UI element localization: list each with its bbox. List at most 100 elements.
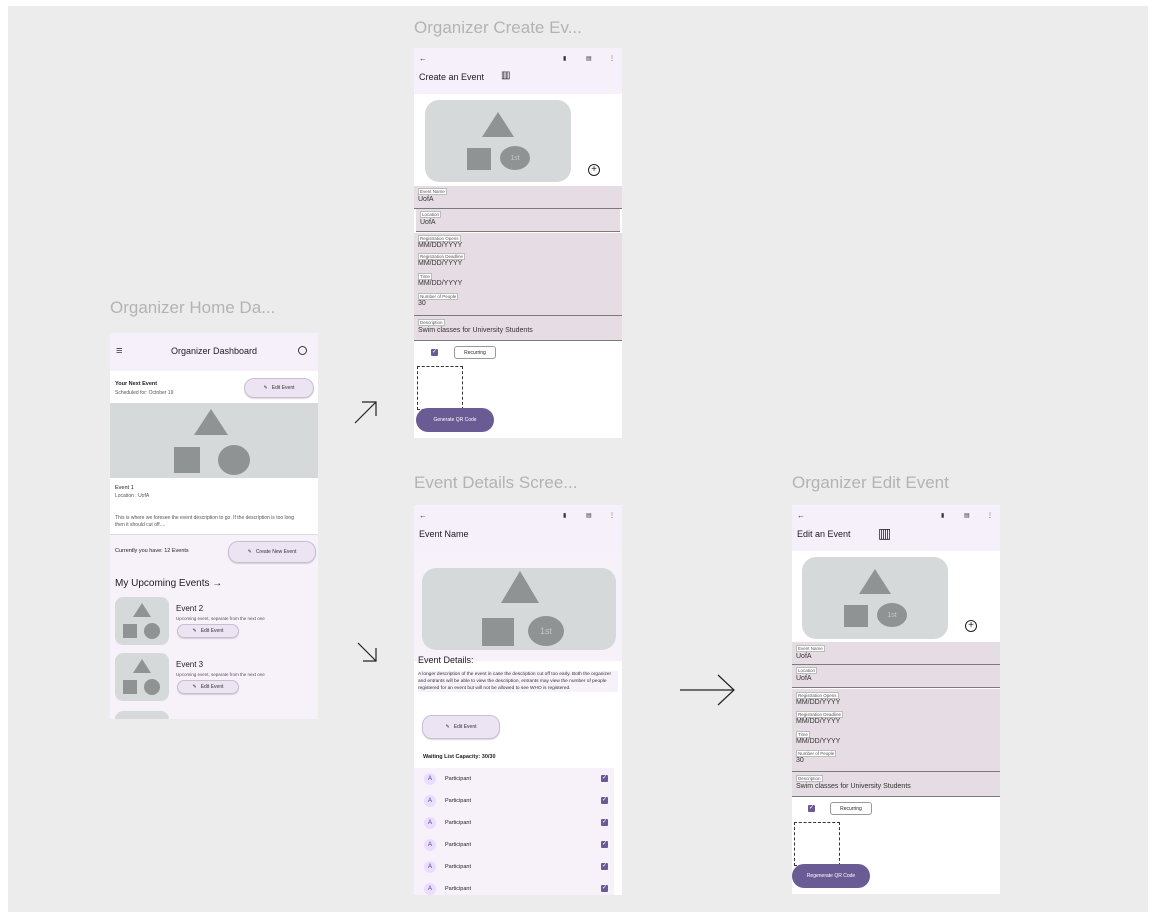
event-image-placeholder[interactable]: 1st [425,100,571,182]
time-field[interactable]: MM/DD/YYYY [418,280,462,287]
add-circle-icon[interactable]: + [588,164,600,176]
event-name: Event 1 [115,485,134,491]
list-item[interactable]: A Participant ✓ [414,834,614,856]
book-icon: ▥ [501,70,511,81]
upcoming-event-name: Event 2 [176,604,204,613]
event-description: This is where we foresee the event descr… [115,515,294,528]
participant-checkbox[interactable]: ✓ [601,775,608,782]
attach-icon[interactable]: ▮ [563,55,566,62]
event-thumbnail [115,597,169,645]
add-circle-icon[interactable]: + [965,620,977,632]
participant-checkbox[interactable]: ✓ [601,797,608,804]
participant-checkbox[interactable]: ✓ [601,863,608,870]
account-circle-icon[interactable] [298,346,307,355]
time-field[interactable]: MM/DD/YYYY [796,738,840,745]
avatar: A [424,817,436,829]
pencil-icon: ✎ [192,628,197,634]
more-vert-icon[interactable]: ⋮ [609,55,615,62]
event-name-field[interactable]: Event Name UofA [414,186,622,209]
participant-checkbox[interactable]: ✓ [601,885,608,892]
attach-icon[interactable]: ▮ [563,512,566,519]
create-screen: ← ▮ ▤ ⋮ Create an Event ▥ 1st + Event Na… [414,48,622,438]
attach-icon[interactable]: ▮ [941,512,944,519]
participant-checkbox[interactable]: ✓ [601,841,608,848]
edit-event-button[interactable]: ✎ Edit Event [244,378,314,398]
frame-title-home: Organizer Home Da... [110,298,276,317]
list-item[interactable]: A Participant ✓ [414,856,614,878]
edit-event-button[interactable]: ✎ Edit Event [177,680,239,694]
recurring-checkbox[interactable]: ✓ [808,805,815,812]
recurring-checkbox[interactable]: ✓ [431,349,438,356]
regenerate-qr-code-button[interactable]: Regenerate QR Code [792,864,870,888]
flow-arrow-right-icon [680,674,735,706]
calendar-icon[interactable]: ▤ [586,55,592,62]
event-title: Event Name [419,529,469,539]
number-of-people-field[interactable]: 30 [796,757,804,764]
avatar: A [424,795,436,807]
qr-code-placeholder [417,366,463,410]
registration-deadline-field[interactable]: MM/DD/YYYY [418,260,462,267]
upcoming-events-title[interactable]: My Upcoming Events → [115,578,222,589]
upcoming-event-desc: Upcoming event, separate from the next o… [176,672,265,677]
back-arrow-icon[interactable]: ← [419,511,427,520]
number-of-people-field[interactable]: 30 [418,300,426,307]
avatar: A [424,861,436,873]
upcoming-event-item: Event 3 Upcoming event, separate from th… [115,653,315,705]
date-fields-group: Registration Opens MM/DD/YYYY Registrati… [792,689,1000,772]
square-shape [174,447,200,473]
pencil-icon: ✎ [263,385,268,391]
registration-open-field[interactable]: MM/DD/YYYY [796,699,840,706]
date-fields-group: Registration Opens MM/DD/YYYY Registrati… [414,233,622,316]
event-count-text: Currently you have: 12 Events [115,548,189,554]
list-item[interactable]: A Participant ✓ [414,768,614,790]
frame-title-edit: Organizer Edit Event [792,473,949,492]
back-arrow-icon[interactable]: ← [419,54,427,63]
next-event-label: Your Next Event [115,381,158,387]
pencil-icon: ✎ [445,724,450,730]
list-item[interactable]: A Participant ✓ [414,878,614,895]
calendar-icon[interactable]: ▤ [964,512,970,519]
more-vert-icon[interactable]: ⋮ [609,512,615,519]
more-vert-icon[interactable]: ⋮ [987,512,993,519]
event-details-heading: Event Details: [418,655,474,665]
edit-event-button[interactable]: ✎ Edit Event [177,624,239,638]
book-icon: ▥ [878,525,892,541]
create-new-event-button[interactable]: ✎ Create New Event [228,541,316,563]
frame-title-details: Event Details Scree... [414,473,578,492]
details-screen: ← ▮ ▤ ⋮ Event Name 1st Event Details: A … [414,505,622,895]
registration-open-field[interactable]: MM/DD/YYYY [418,242,462,249]
edit-screen: ← ▮ ▤ ⋮ Edit an Event ▥ 1st + Event Name… [792,505,1000,894]
list-item[interactable]: A Participant ✓ [414,812,614,834]
scheduled-text: Scheduled for: October 19 [115,390,174,396]
upcoming-event-item: Event 2 Upcoming event, separate from th… [115,597,315,649]
location-field[interactable]: Location UofA [416,209,620,232]
pencil-icon: ✎ [247,549,252,555]
location-field[interactable]: Location UofA [792,665,1000,688]
qr-code-placeholder [794,822,840,866]
avatar: A [424,839,436,851]
participant-checkbox[interactable]: ✓ [601,819,608,826]
recurring-chip[interactable]: Recurring [830,802,872,815]
page-title: Create an Event [419,72,485,82]
list-item[interactable]: A Participant ✓ [414,790,614,812]
event-name-field[interactable]: Event Name UofA [792,642,1000,665]
back-arrow-icon[interactable]: ← [797,511,805,520]
registration-deadline-field[interactable]: MM/DD/YYYY [796,718,840,725]
flow-arrow-down-right-icon [357,642,377,662]
generate-qr-code-button[interactable]: Generate QR Code [416,408,494,432]
badge-circle: 1st [500,146,530,170]
page-title: Edit an Event [797,529,851,539]
flow-arrow-up-right-icon [354,401,377,424]
event-thumbnail [115,711,169,719]
recurring-chip[interactable]: Recurring [454,346,496,359]
calendar-icon[interactable]: ▤ [586,512,592,519]
home-app-title: Organizer Dashboard [170,346,258,356]
upcoming-event-name: Event 3 [176,660,204,669]
event-image-placeholder[interactable]: 1st [802,557,948,639]
waiting-list-capacity: Waiting List Capacity: 30/30 [423,754,496,760]
description-field[interactable]: Description Swim classes for University … [792,772,1000,797]
next-event-image [110,403,318,478]
description-field[interactable]: Description Swim classes for University … [414,316,622,341]
pencil-icon: ✎ [192,684,197,690]
edit-event-button[interactable]: ✎ Edit Event [422,715,500,739]
